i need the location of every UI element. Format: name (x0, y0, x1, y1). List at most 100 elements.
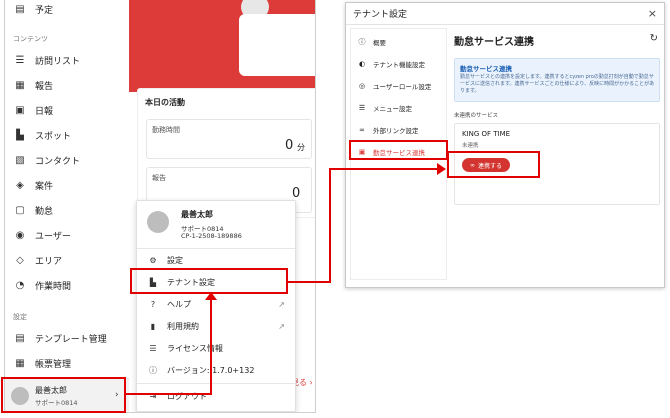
calendar-icon: ▣ (15, 105, 25, 116)
sidebar-item-attendance[interactable]: ▢ 勤怠 (5, 198, 129, 223)
menu-item-logout[interactable]: ⇥ ログアウト (137, 385, 295, 407)
refresh-icon[interactable]: ↻ (650, 33, 658, 44)
nav-item-label: 概要 (373, 39, 386, 47)
menu-item-label: 利用規約 (167, 321, 199, 331)
nav-item-tenant-features[interactable]: ◐ テナント機能設定 (351, 53, 446, 75)
sidebar-item-label: 案件 (35, 182, 54, 192)
sidebar-item-label: テンプレート管理 (35, 335, 107, 345)
info-text: 勤怠サービスとの連携を設定します。連携するとcyzen proの勤怠打刻が自動で… (460, 74, 655, 94)
user-menu: 最善太郎 サポート0814 CP-1-2508-189886 ⚙ 設定 ▙ テナント… (136, 200, 296, 412)
menu-item-version: ⓘ バージョン: 1.7.0+132 (137, 359, 295, 381)
menu-item-terms[interactable]: ▮ 利用規約 ↗ (137, 315, 295, 337)
menu-item-label: ライセンス情報 (167, 343, 223, 353)
report-value: 0 (292, 186, 301, 201)
menu-icon: ☰ (358, 104, 366, 112)
external-link-icon: ↗ (278, 321, 285, 331)
service-status: 未連携 (462, 143, 479, 149)
nav-item-label: テナント機能設定 (373, 61, 425, 69)
divider (137, 383, 295, 384)
content-heading: 勤怠サービス連携 (454, 37, 534, 48)
nav-item-user-roles[interactable]: ◎ ユーザーロール設定 (351, 75, 446, 97)
nav-item-label: ユーザーロール設定 (373, 83, 432, 91)
sidebar-item-label: 報告 (35, 82, 54, 92)
section-settings-label: 設定 (13, 313, 27, 321)
highlight-attendance-nav (349, 140, 448, 160)
section-contents-label: コンテンツ (13, 35, 48, 43)
info-icon: ⓘ (358, 38, 366, 46)
highlight-tenant-settings (130, 268, 288, 294)
sidebar-item-spot[interactable]: ▙ スポット (5, 123, 129, 148)
sidebar-item-work-time[interactable]: ◔ 作業時間 (5, 273, 129, 298)
work-time-label: 勤務時間 (152, 126, 180, 134)
work-time-unit: 分 (297, 143, 305, 152)
document-icon: ☰ (149, 343, 157, 353)
work-time-value: 0 (285, 138, 294, 153)
arrow-line (329, 168, 439, 170)
nav-item-label: メニュー設定 (373, 105, 412, 113)
contact-card-icon: ▧ (15, 155, 25, 166)
activity-title: 本日の活動 (145, 98, 185, 107)
arrow-head-up (205, 292, 217, 300)
sidebar-item-user[interactable]: ◉ ユーザー (5, 223, 129, 248)
app-window-left: ▤ 予定 コンテンツ ☰ 訪問リスト ▦ 報告 ▣ 日報 ▙ スポット ▧ コンタクト ◈… (4, 0, 316, 413)
nav-item-menu[interactable]: ☰ メニュー設定 (351, 97, 446, 119)
summary-card (239, 14, 315, 76)
sidebar-item-deal[interactable]: ◈ 案件 (5, 173, 129, 198)
nav-item-label: 外部リンク設定 (373, 127, 419, 135)
info-banner: 勤怠サービス連携 勤怠サービスとの連携を設定します。連携するとcyzen pro… (454, 58, 660, 102)
section-label: 未連携のサービス (454, 113, 499, 119)
user-circle-icon: ◉ (15, 230, 25, 241)
activity-panel: 本日の活動 勤務時間 0 分 報告 0 (137, 88, 315, 218)
form-icon: ▦ (15, 358, 25, 369)
link-icon: ∞ (359, 126, 365, 134)
layers-icon: ◇ (16, 255, 24, 266)
arrow-line (329, 168, 331, 283)
info-title: 勤怠サービス連携 (460, 65, 512, 73)
sidebar-item-label: 予定 (35, 6, 54, 16)
highlight-user-button (1, 377, 126, 413)
sidebar-item-daily-report[interactable]: ▣ 日報 (5, 98, 129, 123)
building-icon: ▙ (16, 130, 24, 141)
sidebar-item-visit-list[interactable]: ☰ 訪問リスト (5, 48, 129, 73)
arrow-head-right (437, 163, 446, 175)
dialog-title: テナント設定 (346, 3, 664, 25)
sidebar-item-form[interactable]: ▦ 帳票管理 (5, 351, 129, 376)
template-icon: ▤ (15, 333, 25, 344)
book-icon: ▮ (150, 321, 156, 331)
sidebar-item-template[interactable]: ▤ テンプレート管理 (5, 326, 129, 351)
sidebar-item-area[interactable]: ◇ エリア (5, 248, 129, 273)
gear-icon: ⚙ (149, 255, 157, 265)
arrow-line (126, 393, 212, 395)
close-icon[interactable]: × (648, 7, 657, 20)
toggle-icon: ◐ (358, 60, 366, 68)
sidebar-item-label: 作業時間 (35, 282, 72, 292)
avatar (147, 211, 169, 233)
calendar-icon: ▤ (15, 4, 25, 15)
sidebar: ▤ 予定 コンテンツ ☰ 訪問リスト ▦ 報告 ▣ 日報 ▙ スポット ▧ コンタクト ◈… (5, 0, 129, 412)
sidebar-item-label: 日報 (35, 107, 54, 117)
sidebar-item-schedule[interactable]: ▤ 予定 (5, 0, 129, 22)
sidebar-item-label: ユーザー (35, 232, 71, 242)
sidebar-item-label: 帳票管理 (35, 360, 72, 370)
sidebar-item-contact[interactable]: ▧ コンタクト (5, 148, 129, 173)
arrow-line (210, 300, 212, 395)
service-name: KING OF TIME (462, 130, 511, 138)
report-icon: ▦ (15, 80, 25, 91)
sidebar-item-label: エリア (35, 257, 63, 267)
sidebar-item-label: スポット (35, 132, 72, 142)
sidebar-item-label: 勤怠 (35, 207, 54, 217)
list-icon: ☰ (15, 55, 25, 66)
menu-user-name: 最善太郎 (181, 210, 213, 219)
user-roles-icon: ◎ (358, 82, 366, 90)
menu-user-id: CP-1-2508-189886 (181, 232, 242, 240)
arrow-line (288, 281, 331, 283)
menu-item-label: 設定 (167, 255, 183, 265)
sidebar-item-report[interactable]: ▦ 報告 (5, 73, 129, 98)
nav-item-external-links[interactable]: ∞ 外部リンク設定 (351, 119, 446, 141)
clock-in-icon: ▢ (15, 205, 25, 216)
sidebar-item-label: コンタクト (35, 157, 81, 167)
report-label: 報告 (152, 174, 166, 182)
menu-item-license[interactable]: ☰ ライセンス情報 (137, 337, 295, 359)
nav-item-overview[interactable]: ⓘ 概要 (351, 31, 446, 53)
menu-item-label: ヘルプ (167, 299, 191, 309)
